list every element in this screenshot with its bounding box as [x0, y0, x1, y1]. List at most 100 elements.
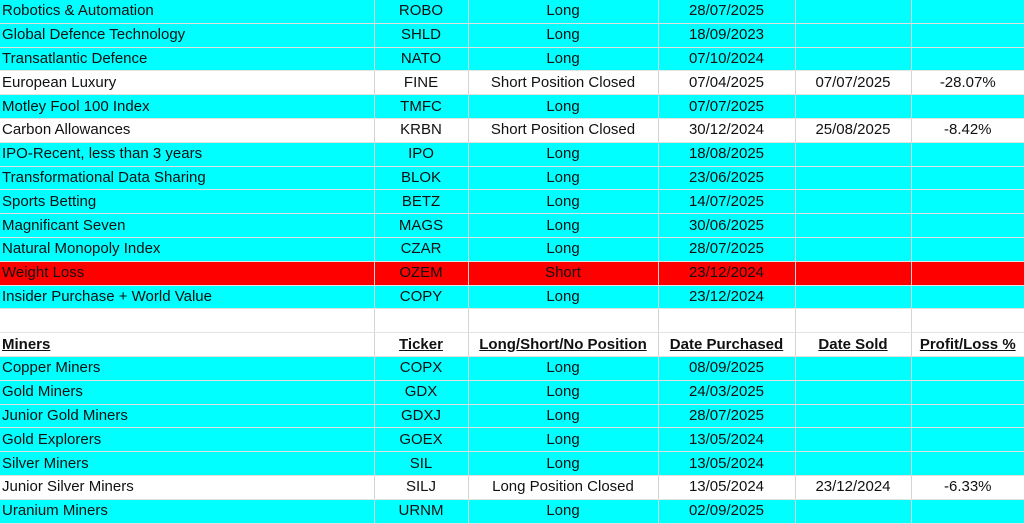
- date-purchased-cell[interactable]: 07/10/2024: [658, 47, 796, 72]
- name-cell[interactable]: Insider Purchase + World Value: [0, 285, 375, 310]
- date-sold-cell[interactable]: [795, 380, 912, 405]
- name-cell[interactable]: Copper Miners: [0, 356, 375, 381]
- date-sold-cell[interactable]: 25/08/2025: [795, 118, 912, 143]
- profit-loss-cell[interactable]: [911, 142, 1024, 167]
- position-cell[interactable]: Long: [468, 380, 659, 405]
- position-cell[interactable]: Long: [468, 499, 659, 524]
- name-cell[interactable]: Weight Loss: [0, 261, 375, 286]
- date-purchased-cell[interactable]: 07/04/2025: [658, 70, 796, 96]
- profit-loss-cell[interactable]: [911, 308, 1024, 334]
- column-header[interactable]: Miners: [0, 332, 375, 357]
- ticker-cell[interactable]: COPX: [374, 356, 469, 381]
- profit-loss-cell[interactable]: [911, 451, 1024, 476]
- date-sold-cell[interactable]: [795, 166, 912, 191]
- date-sold-cell[interactable]: [795, 285, 912, 310]
- name-cell[interactable]: European Luxury: [0, 70, 375, 96]
- position-cell[interactable]: Long: [468, 0, 659, 24]
- name-cell[interactable]: Robotics & Automation: [0, 0, 375, 24]
- name-cell[interactable]: Carbon Allowances: [0, 118, 375, 143]
- profit-loss-cell[interactable]: [911, 213, 1024, 238]
- position-cell[interactable]: [468, 308, 659, 334]
- date-sold-cell[interactable]: [795, 499, 912, 524]
- name-cell[interactable]: Global Defence Technology: [0, 23, 375, 48]
- ticker-cell[interactable]: CZAR: [374, 237, 469, 262]
- profit-loss-cell[interactable]: [911, 261, 1024, 286]
- name-cell[interactable]: Natural Monopoly Index: [0, 237, 375, 262]
- ticker-cell[interactable]: BLOK: [374, 166, 469, 191]
- profit-loss-cell[interactable]: [911, 499, 1024, 524]
- position-cell[interactable]: Long: [468, 213, 659, 238]
- profit-loss-cell[interactable]: [911, 23, 1024, 48]
- ticker-cell[interactable]: BETZ: [374, 189, 469, 215]
- date-purchased-cell[interactable]: 13/05/2024: [658, 451, 796, 476]
- ticker-cell[interactable]: ROBO: [374, 0, 469, 24]
- profit-loss-cell[interactable]: -6.33%: [911, 475, 1024, 500]
- name-cell[interactable]: Junior Gold Miners: [0, 404, 375, 429]
- name-cell[interactable]: Junior Silver Miners: [0, 475, 375, 500]
- ticker-cell[interactable]: GDX: [374, 380, 469, 405]
- date-purchased-cell[interactable]: 28/07/2025: [658, 237, 796, 262]
- column-header[interactable]: Date Purchased: [658, 332, 796, 357]
- name-cell[interactable]: Gold Miners: [0, 380, 375, 405]
- position-cell[interactable]: Long: [468, 166, 659, 191]
- position-cell[interactable]: Long: [468, 404, 659, 429]
- date-sold-cell[interactable]: [795, 237, 912, 262]
- date-purchased-cell[interactable]: 14/07/2025: [658, 189, 796, 215]
- date-sold-cell[interactable]: [795, 142, 912, 167]
- position-cell[interactable]: Long: [468, 189, 659, 215]
- date-sold-cell[interactable]: 07/07/2025: [795, 70, 912, 96]
- ticker-cell[interactable]: GDXJ: [374, 404, 469, 429]
- position-cell[interactable]: Short Position Closed: [468, 70, 659, 96]
- date-sold-cell[interactable]: [795, 0, 912, 24]
- name-cell[interactable]: IPO-Recent, less than 3 years: [0, 142, 375, 167]
- ticker-cell[interactable]: COPY: [374, 285, 469, 310]
- profit-loss-cell[interactable]: [911, 0, 1024, 24]
- name-cell[interactable]: Transatlantic Defence: [0, 47, 375, 72]
- ticker-cell[interactable]: URNM: [374, 499, 469, 524]
- ticker-cell[interactable]: SIL: [374, 451, 469, 476]
- date-purchased-cell[interactable]: 23/12/2024: [658, 261, 796, 286]
- profit-loss-cell[interactable]: -8.42%: [911, 118, 1024, 143]
- position-cell[interactable]: Long: [468, 237, 659, 262]
- position-cell[interactable]: Long: [468, 142, 659, 167]
- profit-loss-cell[interactable]: [911, 166, 1024, 191]
- date-purchased-cell[interactable]: 28/07/2025: [658, 0, 796, 24]
- date-sold-cell[interactable]: [795, 427, 912, 453]
- date-purchased-cell[interactable]: 02/09/2025: [658, 499, 796, 524]
- column-header[interactable]: Ticker: [374, 332, 469, 357]
- name-cell[interactable]: Magnificant Seven: [0, 213, 375, 238]
- position-cell[interactable]: Long: [468, 23, 659, 48]
- date-purchased-cell[interactable]: 18/09/2023: [658, 23, 796, 48]
- name-cell[interactable]: Silver Miners: [0, 451, 375, 476]
- date-purchased-cell[interactable]: 23/06/2025: [658, 166, 796, 191]
- profit-loss-cell[interactable]: -28.07%: [911, 70, 1024, 96]
- profit-loss-cell[interactable]: [911, 189, 1024, 215]
- date-purchased-cell[interactable]: 23/12/2024: [658, 285, 796, 310]
- column-header[interactable]: Long/Short/No Position: [468, 332, 659, 357]
- position-cell[interactable]: Long Position Closed: [468, 475, 659, 500]
- ticker-cell[interactable]: MAGS: [374, 213, 469, 238]
- position-cell[interactable]: Short Position Closed: [468, 118, 659, 143]
- profit-loss-cell[interactable]: [911, 285, 1024, 310]
- date-purchased-cell[interactable]: 13/05/2024: [658, 427, 796, 453]
- name-cell[interactable]: Sports Betting: [0, 189, 375, 215]
- position-cell[interactable]: Long: [468, 356, 659, 381]
- date-sold-cell[interactable]: [795, 23, 912, 48]
- ticker-cell[interactable]: KRBN: [374, 118, 469, 143]
- position-cell[interactable]: Long: [468, 285, 659, 310]
- date-sold-cell[interactable]: [795, 94, 912, 119]
- date-purchased-cell[interactable]: 30/06/2025: [658, 213, 796, 238]
- date-purchased-cell[interactable]: 13/05/2024: [658, 475, 796, 500]
- ticker-cell[interactable]: NATO: [374, 47, 469, 72]
- date-sold-cell[interactable]: [795, 213, 912, 238]
- date-purchased-cell[interactable]: 30/12/2024: [658, 118, 796, 143]
- name-cell[interactable]: Transformational Data Sharing: [0, 166, 375, 191]
- position-cell[interactable]: Short: [468, 261, 659, 286]
- profit-loss-cell[interactable]: [911, 380, 1024, 405]
- profit-loss-cell[interactable]: [911, 94, 1024, 119]
- date-sold-cell[interactable]: [795, 189, 912, 215]
- position-cell[interactable]: Long: [468, 94, 659, 119]
- ticker-cell[interactable]: FINE: [374, 70, 469, 96]
- date-sold-cell[interactable]: [795, 451, 912, 476]
- position-cell[interactable]: Long: [468, 451, 659, 476]
